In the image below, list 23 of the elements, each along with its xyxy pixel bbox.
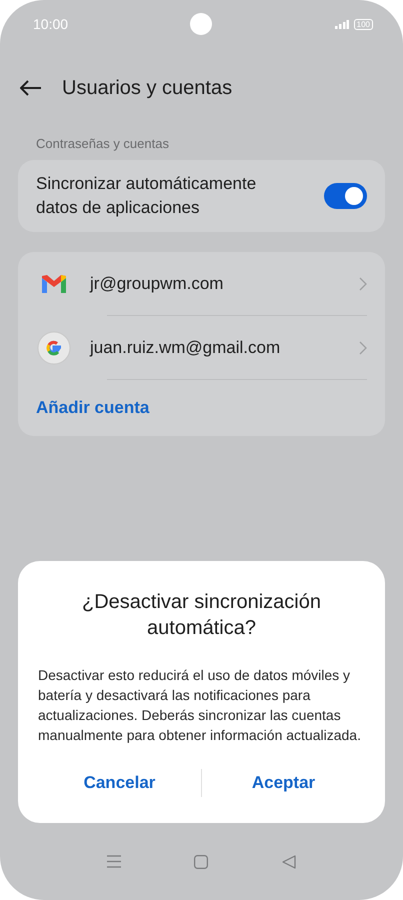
dialog-title: ¿Desactivar sincronización automática?: [81, 590, 322, 641]
sync-label: Sincronizar automáticamente datos de aplicaciones: [36, 173, 258, 219]
home-icon[interactable]: [194, 854, 208, 868]
signal-icon: [334, 20, 349, 28]
status-time: 10:00: [33, 16, 68, 32]
google-icon: [37, 330, 71, 364]
account-email[interactable]: jr@groupwm.com: [90, 274, 359, 294]
page-title: Usuarios y cuentas: [62, 76, 232, 100]
account-email[interactable]: juan.ruiz.wm@gmail.com: [90, 338, 359, 358]
dialog-message: Desactivar esto reducirá el uso de datos móviles y batería y desactivará las notificaciones para actualizaciones. Deberás sincronizar las cuentas manualmente para obtener información actualizada.: [38, 666, 362, 745]
sync-toggle[interactable]: [324, 183, 367, 209]
battery-level: 100: [354, 18, 373, 30]
menu-icon[interactable]: [106, 855, 121, 868]
chevron-icon: [359, 340, 367, 354]
dialog-button[interactable]: Cancelar: [38, 763, 201, 803]
chevron-icon: [359, 276, 367, 290]
add-account-link[interactable]: Añadir cuenta: [18, 380, 385, 436]
mail-icon: [41, 274, 67, 294]
camera-cutout: [190, 13, 212, 35]
dialog-button[interactable]: Aceptar: [202, 763, 365, 803]
back-icon[interactable]: [282, 854, 296, 868]
section-label: Contraseñas y cuentas: [35, 135, 170, 153]
back-arrow-icon[interactable]: [20, 80, 42, 96]
